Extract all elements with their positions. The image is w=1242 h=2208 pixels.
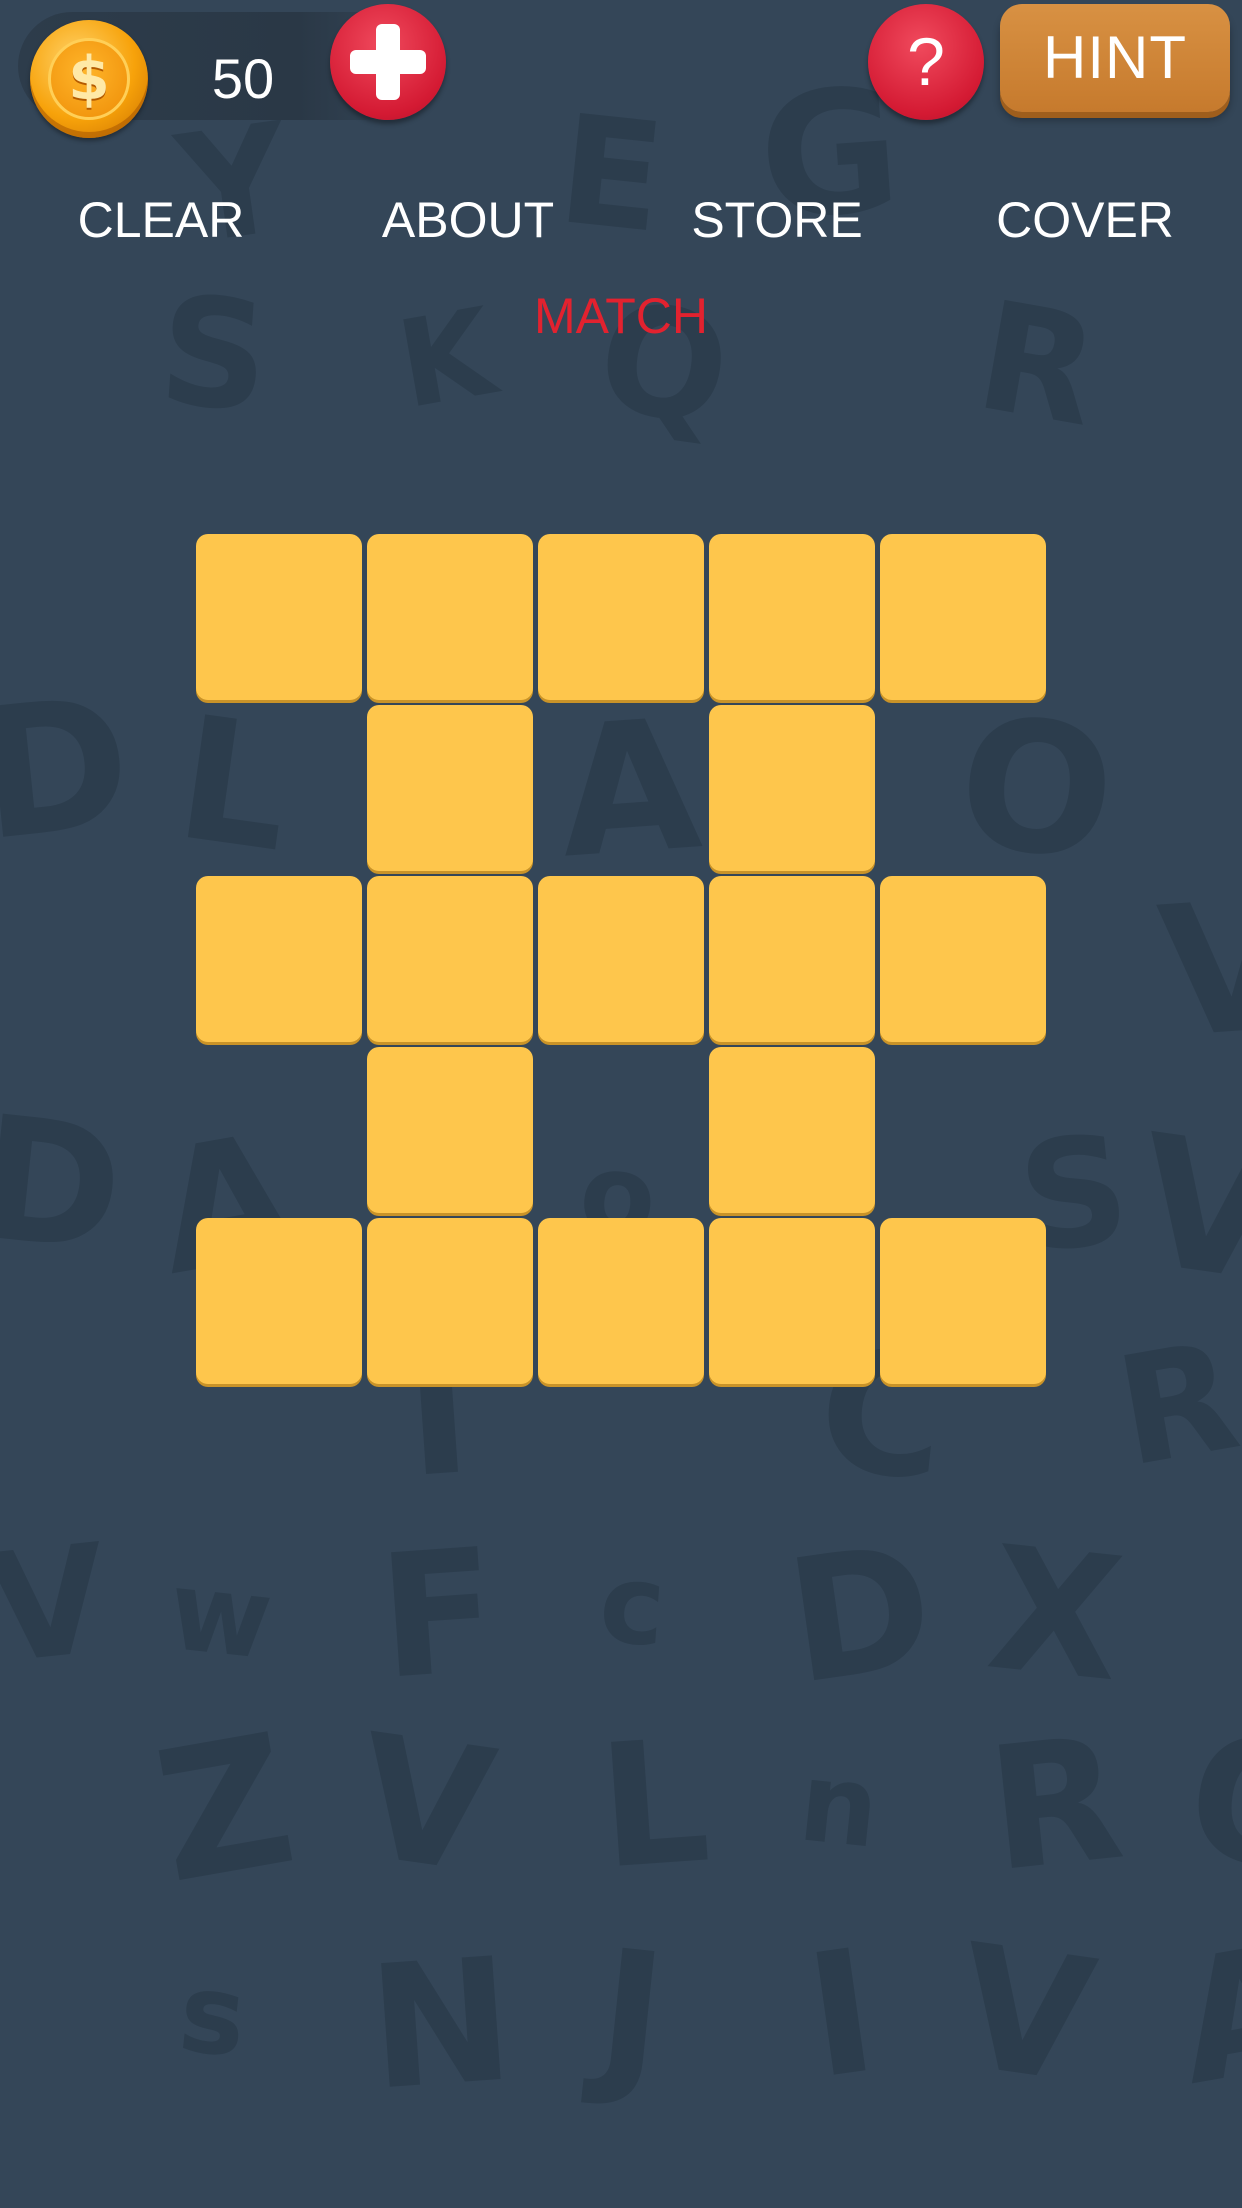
board-tile[interactable]	[367, 876, 533, 1042]
background-letter: F	[373, 1512, 503, 1718]
board-tile[interactable]	[709, 1218, 875, 1384]
background-letter: Z	[142, 1695, 308, 1924]
board-tile[interactable]	[367, 705, 533, 871]
board-tile[interactable]	[709, 705, 875, 871]
dollar-coin-icon: $	[30, 20, 148, 138]
board-tile[interactable]	[709, 534, 875, 700]
clear-button[interactable]: CLEAR	[36, 180, 286, 260]
board-tile[interactable]	[880, 1218, 1046, 1384]
board-tile[interactable]	[538, 1218, 704, 1384]
board-tile[interactable]	[196, 534, 362, 700]
background-letter: V	[346, 1697, 505, 1913]
store-button[interactable]: STORE	[652, 180, 902, 260]
background-letter: S	[154, 264, 274, 446]
background-letter: A	[1163, 1906, 1242, 2124]
background-letter: D	[776, 1507, 945, 1723]
board-tile[interactable]	[880, 876, 1046, 1042]
board-tile[interactable]	[709, 876, 875, 1042]
background-letter: D	[0, 657, 140, 882]
plus-icon-horizontal-bar	[350, 50, 426, 74]
cover-button[interactable]: COVER	[960, 180, 1210, 260]
background-letter: R	[980, 1699, 1131, 1911]
background-letter: V	[1126, 1096, 1242, 1323]
background-letter: c	[595, 1538, 670, 1672]
hint-button[interactable]: HINT	[1000, 4, 1230, 112]
background-letter: V	[1152, 860, 1242, 1079]
background-letter: I	[796, 1912, 887, 2118]
background-letter: s	[173, 1947, 252, 2083]
game-mode-label: MATCH	[533, 288, 709, 344]
background-letter: J	[589, 1913, 674, 2117]
add-coins-button[interactable]	[330, 4, 446, 120]
background-letter: R	[965, 269, 1110, 461]
background-letter: Q	[1176, 1696, 1242, 1914]
board-tile[interactable]	[367, 1047, 533, 1213]
board-tile[interactable]	[367, 1218, 533, 1384]
game-board	[196, 534, 1052, 1390]
board-tile[interactable]	[709, 1047, 875, 1213]
background-letter: N	[363, 1921, 520, 2129]
menu-row: CLEAR ABOUT STORE COVER	[0, 180, 1242, 260]
coin-symbol: $	[48, 38, 130, 120]
board-tile[interactable]	[196, 876, 362, 1042]
background-letter: R	[1105, 1309, 1242, 1501]
background-letter: V	[0, 1512, 115, 1698]
board-tile[interactable]	[538, 534, 704, 700]
board-tile[interactable]	[196, 1218, 362, 1384]
board-tile[interactable]	[880, 534, 1046, 700]
background-letter: V	[946, 1907, 1105, 2123]
board-tile[interactable]	[538, 876, 704, 1042]
background-letter: n	[793, 1737, 885, 1873]
background-letter: D	[0, 1079, 132, 1291]
coin-count: 50	[211, 47, 275, 110]
board-tile[interactable]	[367, 534, 533, 700]
help-button[interactable]: ?	[868, 4, 984, 120]
about-button[interactable]: ABOUT	[343, 180, 593, 260]
background-letter: L	[593, 1702, 716, 1908]
background-letter: w	[163, 1546, 279, 1684]
background-letter: X	[980, 1509, 1132, 1721]
